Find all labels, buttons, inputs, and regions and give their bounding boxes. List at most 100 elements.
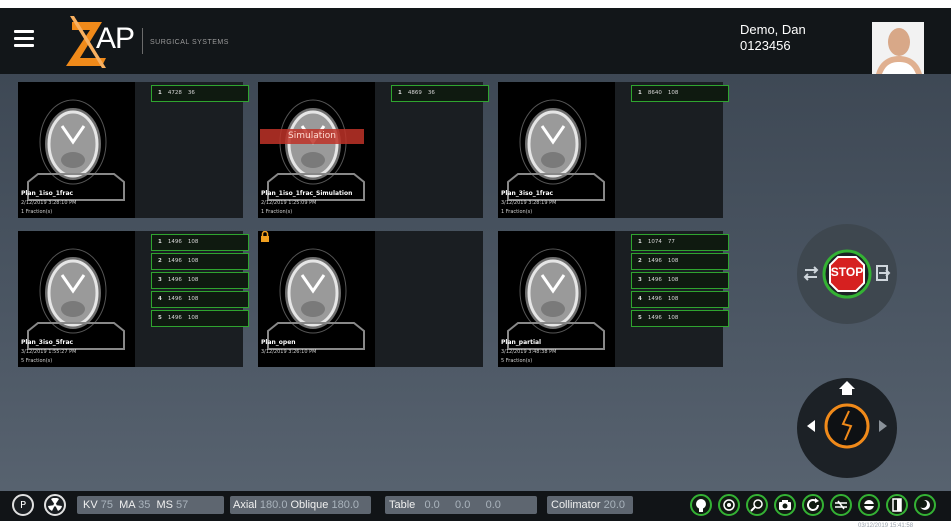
plan-name: Plan_3iso_5frac	[21, 339, 74, 346]
logo-subtitle: SURGICAL SYSTEMS	[150, 39, 229, 46]
fraction-row[interactable]: 1 4869 36	[391, 85, 489, 102]
fraction-row[interactable]: 1 8640 108	[631, 85, 729, 102]
door-button[interactable]	[886, 494, 908, 516]
ct-thumbnail: Plan_3iso_5frac 3/12/2019 1:55:27 PM 5 Fra…	[18, 231, 135, 367]
axial-label: Axial	[233, 499, 257, 511]
search-icon	[750, 499, 763, 512]
stop-button[interactable]: STOP	[830, 265, 864, 279]
axial-value: 180.0	[259, 499, 288, 511]
plan-fractions-count: 5 Fraction(s)	[501, 358, 533, 364]
plan-card[interactable]: Simulation Plan_1iso_1frac_Simulation 2/12…	[258, 82, 489, 218]
home-icon[interactable]	[839, 381, 855, 395]
target-button[interactable]	[718, 494, 740, 516]
ct-thumbnail: Plan_3iso_1frac 3/12/2019 3:28:19 PM 1 Fra…	[498, 82, 615, 218]
table-value-1: 0.0	[424, 499, 440, 511]
plan-date: 3/12/2019 1:55:27 PM	[21, 349, 77, 355]
fraction-list: 1 8640 108	[615, 82, 729, 218]
p-label: P	[19, 499, 27, 511]
status-bar: P KV 75 MA 35 MS 57 Axial 180.0 Oblique …	[0, 491, 951, 521]
couch-button[interactable]	[830, 494, 852, 516]
head-view-button[interactable]	[690, 494, 712, 516]
plan-name: Plan_1iso_1frac_Simulation	[261, 190, 353, 197]
logo-text: AP	[96, 22, 135, 55]
ct-thumbnail: Plan_partial 3/12/2019 3:48:38 PM 5 Fracti…	[498, 231, 615, 367]
plan-date: 2/12/2019 1:25:09 PM	[261, 200, 317, 206]
camera-button[interactable]	[774, 494, 796, 516]
fraction-row[interactable]: 4 1496 108	[631, 291, 729, 308]
fraction-list: 1 4869 36	[375, 82, 489, 218]
plan-date: 3/12/2019 3:48:38 PM	[501, 349, 557, 355]
fraction-row[interactable]: 2 1496 108	[151, 253, 249, 270]
head-icon	[696, 499, 706, 512]
menu-icon[interactable]	[14, 30, 34, 50]
plan-date: 3/12/2019 3:28:19 PM	[501, 200, 557, 206]
plan-fractions-count: 1 Fraction(s)	[261, 209, 293, 215]
ct-thumbnail: Plan_1iso_1frac 2/12/2019 3:28:10 PM 1 Fra…	[18, 82, 135, 218]
bottom-strip	[0, 521, 951, 531]
plan-card[interactable]: Plan_3iso_1frac 3/12/2019 3:28:19 PM 1 Fra…	[498, 82, 729, 218]
plan-fractions-count: 1 Fraction(s)	[21, 209, 53, 215]
swap-icon[interactable]	[803, 266, 819, 281]
oblique-label: Oblique	[290, 499, 329, 511]
table-value-2: 0.0	[455, 499, 471, 511]
fraction-row[interactable]: 3 1496 108	[631, 272, 729, 289]
door-icon	[892, 498, 902, 512]
target-icon	[723, 499, 735, 511]
search-button[interactable]	[746, 494, 768, 516]
fraction-list: 1 1074 77 2 1496 108 3 1496 108 4 1496 108 5 1496 108	[615, 231, 729, 367]
collimator-label: Collimator	[551, 499, 601, 511]
couch-icon	[835, 500, 847, 510]
right-arrow-icon[interactable]	[879, 420, 887, 432]
plan-name: Plan_partial	[501, 339, 542, 346]
exit-icon[interactable]	[876, 265, 891, 281]
user-id: 0123456	[740, 38, 791, 53]
lock-icon	[260, 231, 270, 245]
fraction-row[interactable]: 5 1496 108	[631, 310, 729, 327]
header: AP SURGICAL SYSTEMS Demo, Dan 0123456	[0, 8, 951, 74]
refresh-button[interactable]	[802, 494, 824, 516]
gantry-icon	[862, 500, 876, 510]
user-name: Demo, Dan	[740, 22, 806, 37]
fraction-row[interactable]: 4 1496 108	[151, 291, 249, 308]
ct-thumbnail: Simulation Plan_1iso_1frac_Simulation 2/12…	[258, 82, 375, 218]
fraction-row[interactable]: 2 1496 108	[631, 253, 729, 270]
kv-ma-ms-readout: KV 75 MA 35 MS 57	[77, 496, 224, 514]
plan-date: 2/12/2019 3:28:10 PM	[21, 200, 77, 206]
gantry-button[interactable]	[858, 494, 880, 516]
fraction-row[interactable]: 1 4728 36	[151, 85, 249, 102]
moon-button[interactable]	[914, 494, 936, 516]
radiation-icon	[48, 498, 62, 511]
fraction-list: 1 4728 36	[135, 82, 249, 218]
plan-name: Plan_3iso_1frac	[501, 190, 554, 197]
left-arrow-icon[interactable]	[807, 420, 815, 432]
radiation-button[interactable]	[44, 494, 66, 516]
axial-oblique-readout: Axial 180.0 Oblique 180.0	[230, 496, 371, 514]
fraction-row[interactable]: 1 1074 77	[631, 234, 729, 251]
plan-name: Plan_1iso_1frac	[21, 190, 74, 197]
kv-label: KV	[83, 499, 98, 511]
plan-fractions-count: 1 Fraction(s)	[501, 209, 533, 215]
plan-card[interactable]: Plan_partial 3/12/2019 3:48:38 PM 5 Fracti…	[498, 231, 729, 367]
fraction-row[interactable]: 1 1496 108	[151, 234, 249, 251]
table-label: Table	[389, 499, 416, 511]
avatar[interactable]	[872, 22, 924, 74]
table-value-3: 0.0	[485, 499, 501, 511]
camera-icon	[779, 500, 791, 510]
fraction-row[interactable]: 3 1496 108	[151, 272, 249, 289]
refresh-icon	[807, 498, 819, 511]
oblique-value: 180.0	[331, 499, 360, 511]
top-strip	[0, 0, 951, 8]
plan-card[interactable]: Plan_open 3/12/2019 3:26:10 PM	[258, 231, 483, 367]
ma-label: MA	[119, 499, 136, 511]
p-button[interactable]: P	[12, 494, 34, 516]
navigation-panel	[797, 378, 897, 478]
table-readout: Table 0.0 0.0 0.0	[385, 496, 537, 514]
ma-value: 35	[138, 499, 151, 511]
moon-icon	[919, 500, 930, 510]
plan-card[interactable]: Plan_1iso_1frac 2/12/2019 3:28:10 PM 1 Fra…	[18, 82, 249, 218]
logo-divider	[142, 28, 143, 54]
plan-fractions-count: 5 Fraction(s)	[21, 358, 53, 364]
plan-date: 3/12/2019 3:26:10 PM	[261, 349, 317, 355]
fraction-row[interactable]: 5 1496 108	[151, 310, 249, 327]
plan-card[interactable]: Plan_3iso_5frac 3/12/2019 1:55:27 PM 5 Fra…	[18, 231, 249, 367]
